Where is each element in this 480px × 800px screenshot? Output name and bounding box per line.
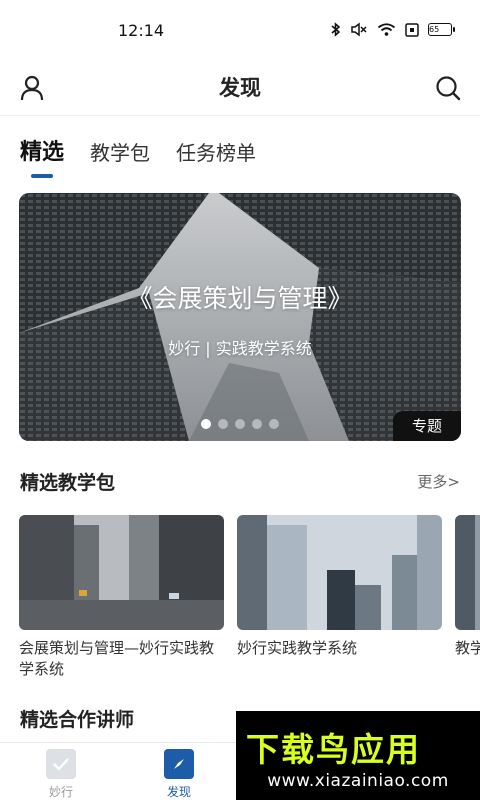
compass-icon (164, 749, 194, 779)
banner-carousel[interactable]: 《会展策划与管理》 妙行 | 实践教学系统 专题 (19, 193, 461, 441)
status-bar: 12:14 65 (0, 0, 480, 62)
checkbox-icon (46, 749, 76, 779)
nav-label: 妙行 (48, 785, 73, 799)
status-icons: 65 (331, 22, 455, 37)
topic-badge: 专题 (393, 411, 461, 441)
carousel-dot[interactable] (252, 419, 262, 429)
banner-title: 《会展策划与管理》 (127, 284, 353, 313)
battery-icon: 65 (428, 23, 455, 36)
tab-teaching-packages[interactable]: 教学包 (90, 137, 150, 178)
category-tabs: 精选 教学包 任务榜单 (20, 134, 256, 178)
card-image (19, 515, 224, 630)
card-title: 教学包标 (455, 639, 480, 657)
carousel-dot[interactable] (218, 419, 228, 429)
package-card[interactable]: 妙行实践教学系统 (237, 515, 442, 659)
banner-subtitle: 妙行 | 实践教学系统 (168, 339, 312, 358)
section-title: 精选教学包 (20, 472, 116, 494)
page-title: 发现 (219, 76, 261, 100)
app-header: 发现 (0, 62, 480, 116)
sim-icon (405, 22, 419, 37)
watermark: 下载鸟应用 www.xiazainiao.com (236, 711, 480, 800)
bluetooth-icon (331, 22, 341, 37)
carousel-dot[interactable] (235, 419, 245, 429)
card-image (455, 515, 480, 630)
wifi-icon (377, 22, 396, 37)
featured-packages-header: 精选教学包 更多> (20, 468, 460, 495)
package-card[interactable]: 教学包标 (455, 515, 480, 659)
tab-featured[interactable]: 精选 (20, 134, 64, 178)
tab-task-ranking[interactable]: 任务榜单 (176, 137, 256, 178)
nav-item-discover[interactable]: 发现 (144, 749, 214, 800)
nav-label: 发现 (166, 785, 191, 799)
watermark-url: www.xiazainiao.com (267, 771, 449, 791)
banner-image (19, 193, 461, 441)
card-title: 会展策划与管理—妙行实践教学系统 (19, 639, 215, 678)
card-title: 妙行实践教学系统 (237, 639, 358, 657)
carousel-dot[interactable] (201, 419, 211, 429)
search-icon[interactable] (434, 74, 462, 102)
card-image (237, 515, 442, 630)
package-card-list: 会展策划与管理—妙行实践教学系统 妙行实践教学系统 教学包标 (19, 515, 480, 685)
mute-icon (350, 22, 368, 37)
status-time: 12:14 (118, 21, 165, 40)
more-link[interactable]: 更多> (417, 471, 460, 492)
section-title: 精选合作讲师 (20, 709, 135, 731)
nav-item-miaoxing[interactable]: 妙行 (26, 749, 96, 800)
package-card[interactable]: 会展策划与管理—妙行实践教学系统 (19, 515, 224, 680)
watermark-logo: 下载鸟应用 (246, 730, 421, 769)
carousel-dot[interactable] (269, 419, 279, 429)
